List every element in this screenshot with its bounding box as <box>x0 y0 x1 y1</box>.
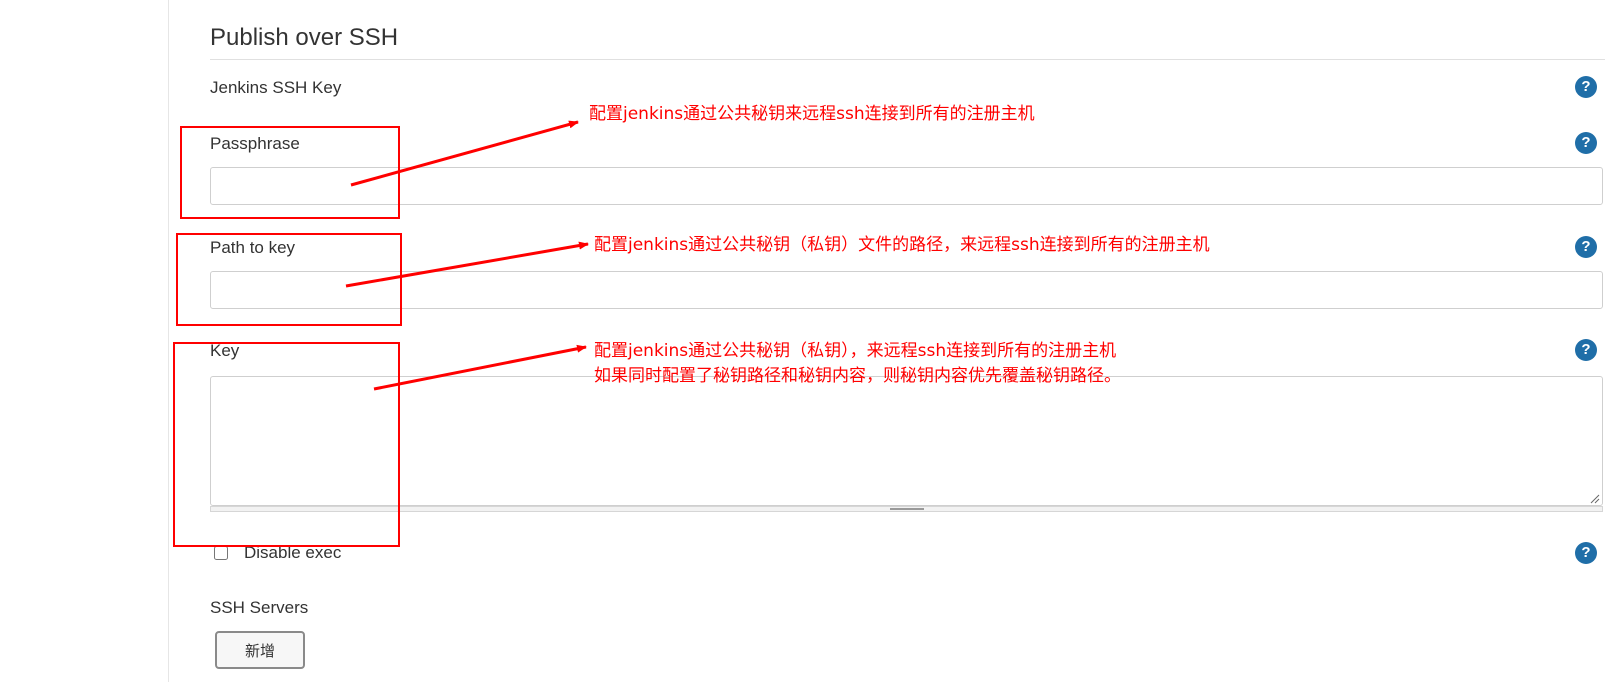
path-to-key-input[interactable] <box>210 271 1603 309</box>
help-icon-disable-exec[interactable]: ? <box>1575 542 1597 564</box>
help-icon-path-to-key[interactable]: ? <box>1575 236 1597 258</box>
annotation-note-3-line-2: 如果同时配置了秘钥路径和秘钥内容，则秘钥内容优先覆盖秘钥路径。 <box>594 366 1121 386</box>
help-icon-key[interactable]: ? <box>1575 339 1597 361</box>
add-ssh-server-button[interactable]: 新增 <box>215 631 305 669</box>
key-label: Key <box>210 341 240 360</box>
resize-handle-icon[interactable] <box>1588 492 1600 504</box>
jenkins-ssh-key-label: Jenkins SSH Key <box>210 78 342 97</box>
section-title: Publish over SSH <box>210 24 399 51</box>
annotation-note-2: 配置jenkins通过公共秘钥（私钥）文件的路径，来远程ssh连接到所有的注册主… <box>594 235 1210 255</box>
path-to-key-label: Path to key <box>210 238 296 257</box>
help-icon-jenkins-ssh-key[interactable]: ? <box>1575 76 1597 98</box>
publish-over-ssh-page: Publish over SSH Jenkins SSH Key ? Passp… <box>0 0 1618 682</box>
annotation-note-1: 配置jenkins通过公共秘钥来远程ssh连接到所有的注册主机 <box>589 104 1035 124</box>
annotation-note-3-line-1: 配置jenkins通过公共秘钥（私钥），来远程ssh连接到所有的注册主机 <box>594 341 1117 361</box>
grip-icon[interactable] <box>890 508 924 510</box>
key-textarea[interactable] <box>210 376 1603 506</box>
help-icon-passphrase[interactable]: ? <box>1575 132 1597 154</box>
ssh-servers-label: SSH Servers <box>210 598 309 617</box>
section-divider <box>210 59 1605 60</box>
passphrase-label: Passphrase <box>210 134 300 153</box>
disable-exec-checkbox[interactable] <box>214 546 228 560</box>
left-side-panel <box>0 0 169 682</box>
disable-exec-label: Disable exec <box>244 543 342 562</box>
passphrase-input[interactable] <box>210 167 1603 205</box>
